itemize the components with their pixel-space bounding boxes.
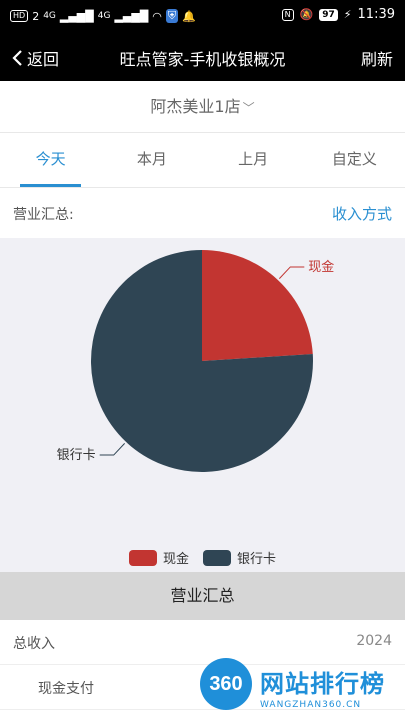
sim-2-indicator: 2 — [32, 9, 40, 23]
page-title: 旺点管家-手机收银概况 — [119, 50, 286, 69]
signal-icon-2: ▂▄▆█ — [114, 9, 149, 23]
period-tabs: 今天 本月 上月 自定义 — [0, 133, 405, 188]
tab-this-month[interactable]: 本月 — [101, 133, 202, 187]
watermark: 360 网站排行榜 WANGZHAN360.CN — [196, 658, 401, 718]
pie-label-bank-card: 银行卡 — [57, 448, 96, 463]
summary-label: 营业汇总: — [13, 207, 74, 223]
pie-label-cash: 现金 — [308, 259, 334, 275]
status-left: HD 2 4G ▂▄▆█ 4G ▂▄▆█ ◠ ⛨ 🔔 — [10, 9, 196, 23]
vpn-icon: ⛨ — [165, 9, 179, 23]
wifi-icon: ◠ — [152, 9, 162, 23]
pie-leader-line — [99, 443, 126, 456]
store-name: 阿杰美业1店 — [150, 97, 241, 116]
top-nav-bar: 返回 旺点管家-手机收银概况 刷新 — [0, 33, 405, 81]
signal-icon: ▂▄▆█ — [59, 9, 94, 23]
watermark-title: 网站排行榜 — [260, 670, 385, 698]
watermark-badge: 360 — [200, 658, 252, 710]
nfc-icon: N — [281, 8, 294, 21]
pie-chart: 现金银行卡 — [57, 250, 334, 472]
store-selector[interactable]: 阿杰美业1店 ﹀ — [0, 81, 405, 133]
chevron-down-icon: ﹀ — [242, 101, 255, 115]
watermark-url: WANGZHAN360.CN — [260, 700, 362, 710]
income-method-link[interactable]: 收入方式 — [332, 203, 392, 224]
legend-label-cash: 现金 — [162, 552, 189, 567]
chevron-left-icon — [12, 50, 22, 66]
back-button[interactable]: 返回 — [12, 46, 59, 70]
battery-icon: 97 — [319, 8, 338, 21]
pie-leader-line — [278, 266, 305, 279]
status-bar: HD 2 4G ▂▄▆█ 4G ▂▄▆█ ◠ ⛨ 🔔 N 🔕 97 ⚡ 11:3… — [0, 0, 405, 33]
refresh-button[interactable]: 刷新 — [361, 46, 393, 70]
network-type-1: 4G — [43, 11, 56, 21]
legend-swatch-cash — [128, 549, 157, 566]
status-time: 11:39 — [357, 7, 395, 22]
mute-icon: 🔕 — [299, 8, 314, 21]
tab-last-month[interactable]: 上月 — [203, 133, 304, 187]
summary-header-row: 营业汇总: 收入方式 — [0, 188, 405, 238]
pie-chart-area: 现金 银行卡 现金 银行卡 — [0, 238, 405, 572]
tab-today[interactable]: 今天 — [0, 133, 101, 187]
charging-icon: ⚡ — [343, 8, 352, 21]
network-type-2: 4G — [97, 11, 111, 21]
row-label: 现金支付 — [38, 681, 94, 697]
chart-legend: 现金 银行卡 — [0, 548, 405, 567]
notification-bell-icon: 🔔 — [182, 9, 196, 23]
hd-badge: HD — [10, 10, 29, 22]
legend-swatch-bank-card — [203, 549, 231, 566]
row-label: 总收入 — [13, 636, 55, 652]
legend-label-bank-card: 银行卡 — [237, 552, 277, 567]
section-header: 营业汇总 — [0, 572, 405, 620]
row-value: 2024 — [356, 633, 392, 649]
legend-item-bank-card[interactable]: 银行卡 — [203, 548, 276, 567]
back-label: 返回 — [27, 50, 60, 69]
status-right: N 🔕 97 ⚡ 11:39 — [281, 7, 395, 22]
legend-item-cash[interactable]: 现金 — [128, 548, 189, 567]
tab-custom[interactable]: 自定义 — [304, 133, 405, 187]
